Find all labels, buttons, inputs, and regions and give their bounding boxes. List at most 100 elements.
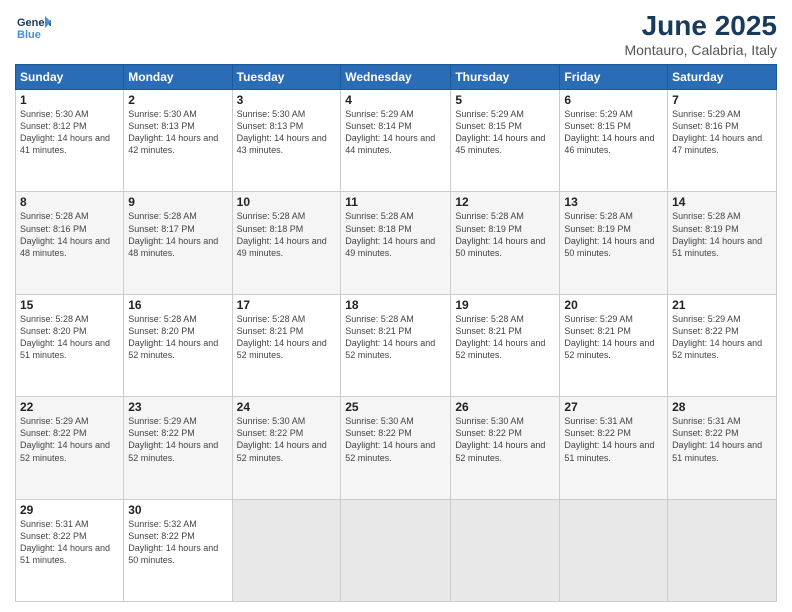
table-row: 28 Sunrise: 5:31 AMSunset: 8:22 PMDaylig… [668, 397, 777, 499]
day-info: Sunrise: 5:28 AMSunset: 8:17 PMDaylight:… [128, 211, 218, 257]
day-info: Sunrise: 5:31 AMSunset: 8:22 PMDaylight:… [564, 416, 654, 462]
th-sunday: Sunday [16, 65, 124, 90]
day-number: 20 [564, 298, 663, 312]
th-thursday: Thursday [451, 65, 560, 90]
table-row: 25 Sunrise: 5:30 AMSunset: 8:22 PMDaylig… [341, 397, 451, 499]
day-info: Sunrise: 5:29 AMSunset: 8:15 PMDaylight:… [564, 109, 654, 155]
day-info: Sunrise: 5:28 AMSunset: 8:19 PMDaylight:… [672, 211, 762, 257]
day-info: Sunrise: 5:28 AMSunset: 8:16 PMDaylight:… [20, 211, 110, 257]
table-row: 23 Sunrise: 5:29 AMSunset: 8:22 PMDaylig… [124, 397, 232, 499]
day-number: 10 [237, 195, 337, 209]
day-info: Sunrise: 5:29 AMSunset: 8:21 PMDaylight:… [564, 314, 654, 360]
table-row: 3 Sunrise: 5:30 AMSunset: 8:13 PMDayligh… [232, 90, 341, 192]
day-number: 9 [128, 195, 227, 209]
day-number: 6 [564, 93, 663, 107]
table-row: 19 Sunrise: 5:28 AMSunset: 8:21 PMDaylig… [451, 294, 560, 396]
table-row: 30 Sunrise: 5:32 AMSunset: 8:22 PMDaylig… [124, 499, 232, 601]
table-row: 21 Sunrise: 5:29 AMSunset: 8:22 PMDaylig… [668, 294, 777, 396]
day-number: 2 [128, 93, 227, 107]
day-number: 27 [564, 400, 663, 414]
day-info: Sunrise: 5:31 AMSunset: 8:22 PMDaylight:… [672, 416, 762, 462]
day-info: Sunrise: 5:28 AMSunset: 8:19 PMDaylight:… [455, 211, 545, 257]
table-row: 4 Sunrise: 5:29 AMSunset: 8:14 PMDayligh… [341, 90, 451, 192]
day-number: 7 [672, 93, 772, 107]
day-number: 21 [672, 298, 772, 312]
header: General Blue June 2025 Montauro, Calabri… [15, 10, 777, 58]
day-info: Sunrise: 5:30 AMSunset: 8:13 PMDaylight:… [237, 109, 327, 155]
table-row: 20 Sunrise: 5:29 AMSunset: 8:21 PMDaylig… [560, 294, 668, 396]
day-info: Sunrise: 5:29 AMSunset: 8:15 PMDaylight:… [455, 109, 545, 155]
table-row: 1 Sunrise: 5:30 AMSunset: 8:12 PMDayligh… [16, 90, 124, 192]
table-row: 14 Sunrise: 5:28 AMSunset: 8:19 PMDaylig… [668, 192, 777, 294]
table-row: 9 Sunrise: 5:28 AMSunset: 8:17 PMDayligh… [124, 192, 232, 294]
day-number: 19 [455, 298, 555, 312]
day-info: Sunrise: 5:30 AMSunset: 8:13 PMDaylight:… [128, 109, 218, 155]
empty-cell [341, 499, 451, 601]
table-row: 6 Sunrise: 5:29 AMSunset: 8:15 PMDayligh… [560, 90, 668, 192]
day-info: Sunrise: 5:28 AMSunset: 8:20 PMDaylight:… [20, 314, 110, 360]
table-row: 27 Sunrise: 5:31 AMSunset: 8:22 PMDaylig… [560, 397, 668, 499]
day-info: Sunrise: 5:31 AMSunset: 8:22 PMDaylight:… [20, 519, 110, 565]
table-row: 10 Sunrise: 5:28 AMSunset: 8:18 PMDaylig… [232, 192, 341, 294]
day-info: Sunrise: 5:28 AMSunset: 8:19 PMDaylight:… [564, 211, 654, 257]
day-info: Sunrise: 5:28 AMSunset: 8:21 PMDaylight:… [345, 314, 435, 360]
day-number: 11 [345, 195, 446, 209]
table-row: 26 Sunrise: 5:30 AMSunset: 8:22 PMDaylig… [451, 397, 560, 499]
day-info: Sunrise: 5:30 AMSunset: 8:22 PMDaylight:… [455, 416, 545, 462]
th-saturday: Saturday [668, 65, 777, 90]
day-info: Sunrise: 5:29 AMSunset: 8:16 PMDaylight:… [672, 109, 762, 155]
table-row: 16 Sunrise: 5:28 AMSunset: 8:20 PMDaylig… [124, 294, 232, 396]
day-number: 12 [455, 195, 555, 209]
th-wednesday: Wednesday [341, 65, 451, 90]
day-info: Sunrise: 5:29 AMSunset: 8:22 PMDaylight:… [20, 416, 110, 462]
day-number: 17 [237, 298, 337, 312]
day-number: 28 [672, 400, 772, 414]
day-info: Sunrise: 5:28 AMSunset: 8:18 PMDaylight:… [345, 211, 435, 257]
empty-cell [232, 499, 341, 601]
calendar-subtitle: Montauro, Calabria, Italy [624, 42, 777, 58]
table-row: 22 Sunrise: 5:29 AMSunset: 8:22 PMDaylig… [16, 397, 124, 499]
table-row: 15 Sunrise: 5:28 AMSunset: 8:20 PMDaylig… [16, 294, 124, 396]
calendar-title: June 2025 [624, 10, 777, 42]
day-info: Sunrise: 5:32 AMSunset: 8:22 PMDaylight:… [128, 519, 218, 565]
day-number: 13 [564, 195, 663, 209]
day-number: 16 [128, 298, 227, 312]
table-row: 11 Sunrise: 5:28 AMSunset: 8:18 PMDaylig… [341, 192, 451, 294]
logo-icon: General Blue [15, 10, 51, 46]
day-number: 14 [672, 195, 772, 209]
calendar-table: Sunday Monday Tuesday Wednesday Thursday… [15, 64, 777, 602]
day-number: 26 [455, 400, 555, 414]
th-friday: Friday [560, 65, 668, 90]
empty-cell [560, 499, 668, 601]
table-row: 12 Sunrise: 5:28 AMSunset: 8:19 PMDaylig… [451, 192, 560, 294]
day-number: 15 [20, 298, 119, 312]
table-row: 29 Sunrise: 5:31 AMSunset: 8:22 PMDaylig… [16, 499, 124, 601]
table-row: 7 Sunrise: 5:29 AMSunset: 8:16 PMDayligh… [668, 90, 777, 192]
day-info: Sunrise: 5:28 AMSunset: 8:20 PMDaylight:… [128, 314, 218, 360]
day-number: 30 [128, 503, 227, 517]
day-number: 22 [20, 400, 119, 414]
day-info: Sunrise: 5:30 AMSunset: 8:22 PMDaylight:… [237, 416, 327, 462]
day-info: Sunrise: 5:29 AMSunset: 8:14 PMDaylight:… [345, 109, 435, 155]
day-info: Sunrise: 5:29 AMSunset: 8:22 PMDaylight:… [128, 416, 218, 462]
day-number: 25 [345, 400, 446, 414]
th-tuesday: Tuesday [232, 65, 341, 90]
day-info: Sunrise: 5:29 AMSunset: 8:22 PMDaylight:… [672, 314, 762, 360]
svg-text:Blue: Blue [17, 29, 41, 41]
title-block: June 2025 Montauro, Calabria, Italy [624, 10, 777, 58]
table-row: 13 Sunrise: 5:28 AMSunset: 8:19 PMDaylig… [560, 192, 668, 294]
day-info: Sunrise: 5:30 AMSunset: 8:12 PMDaylight:… [20, 109, 110, 155]
table-row: 5 Sunrise: 5:29 AMSunset: 8:15 PMDayligh… [451, 90, 560, 192]
day-number: 8 [20, 195, 119, 209]
th-monday: Monday [124, 65, 232, 90]
day-info: Sunrise: 5:28 AMSunset: 8:21 PMDaylight:… [455, 314, 545, 360]
day-number: 24 [237, 400, 337, 414]
day-number: 23 [128, 400, 227, 414]
day-info: Sunrise: 5:28 AMSunset: 8:18 PMDaylight:… [237, 211, 327, 257]
day-number: 29 [20, 503, 119, 517]
day-number: 3 [237, 93, 337, 107]
day-info: Sunrise: 5:30 AMSunset: 8:22 PMDaylight:… [345, 416, 435, 462]
day-number: 5 [455, 93, 555, 107]
empty-cell [451, 499, 560, 601]
header-row: Sunday Monday Tuesday Wednesday Thursday… [16, 65, 777, 90]
